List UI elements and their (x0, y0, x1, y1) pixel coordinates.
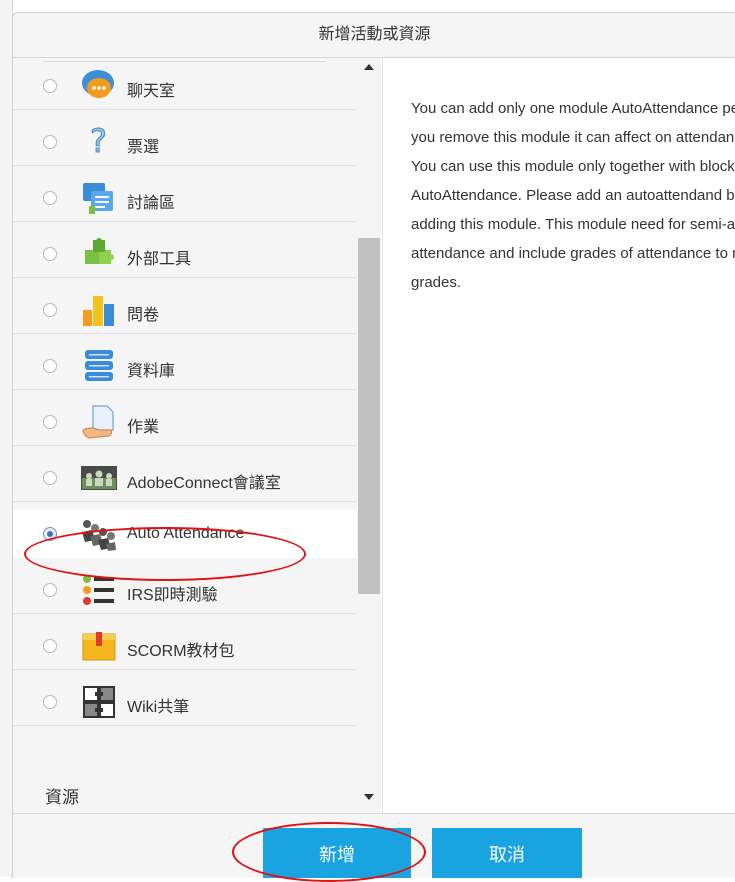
meeting-people-icon (81, 460, 117, 496)
puzzle-icon (81, 236, 117, 272)
activity-label: 聊天室 (127, 83, 176, 100)
scroll-down-arrow-icon[interactable] (364, 794, 374, 800)
activity-item-adobeconnect[interactable]: AdobeConnect會議室 (13, 454, 357, 502)
module-description: You can add only one module AutoAttendan… (411, 94, 735, 297)
package-box-icon (81, 628, 117, 664)
dialog-title: 新增活動或資源 (13, 13, 735, 58)
list-scrollbar[interactable] (357, 58, 381, 813)
radio-database[interactable] (43, 359, 57, 373)
svg-text:?: ? (90, 124, 107, 160)
database-icon (81, 348, 117, 384)
description-paragraph: You can add only one module AutoAttendan… (411, 100, 735, 146)
activity-item-choice[interactable]: ? 票選 (13, 118, 357, 166)
radio-adobeconnect[interactable] (43, 471, 57, 485)
quiz-list-icon (81, 572, 117, 608)
activity-label: AdobeConnect會議室 (127, 475, 281, 492)
cancel-button[interactable]: 取消 (432, 828, 582, 878)
radio-scorm[interactable] (43, 639, 57, 653)
radio-chat[interactable] (43, 79, 57, 93)
radio-questionnaire[interactable] (43, 303, 57, 317)
activity-label: IRS即時測驗 (127, 587, 218, 604)
activity-item-scorm[interactable]: SCORM教材包 (13, 622, 357, 670)
activity-item-questionnaire[interactable]: 問卷 (13, 286, 357, 334)
scroll-up-arrow-icon[interactable] (364, 64, 374, 70)
activity-item-assignment[interactable]: 作業 (13, 398, 357, 446)
radio-wiki[interactable] (43, 695, 57, 709)
activity-label: 資料庫 (127, 363, 176, 380)
question-mark-icon: ? (81, 122, 117, 161)
radio-external-tool[interactable] (43, 247, 57, 261)
add-button[interactable]: 新增 (263, 828, 411, 878)
activity-label: 外部工具 (127, 251, 192, 268)
activity-label: SCORM教材包 (127, 643, 235, 660)
activity-item-forum[interactable]: 討論區 (13, 174, 357, 222)
radio-forum[interactable] (43, 191, 57, 205)
bar-chart-icon (81, 292, 117, 328)
activity-label: 票選 (127, 139, 160, 156)
activity-item-external-tool[interactable]: 外部工具 (13, 230, 357, 278)
add-activity-dialog: 新增活動或資源 聊天室 ? 票選 討論區 外部工具 問卷 資料庫 作業 Adob… (12, 12, 735, 878)
activity-label: 作業 (127, 419, 160, 436)
activity-label: Wiki共筆 (127, 699, 190, 716)
activity-item-database[interactable]: 資料庫 (13, 342, 357, 390)
module-description-pane: You can add only one module AutoAttendan… (382, 58, 735, 813)
scrollbar-thumb[interactable] (358, 238, 380, 594)
activity-list[interactable]: 聊天室 ? 票選 討論區 外部工具 問卷 資料庫 作業 AdobeConnect… (13, 58, 381, 813)
activity-item-wiki[interactable]: Wiki共筆 (13, 678, 357, 726)
activity-item-irs-quiz[interactable]: IRS即時測驗 (13, 566, 357, 614)
forum-icon (81, 180, 117, 216)
description-paragraph: You can use this module only together wi… (411, 158, 735, 291)
group-people-icon (81, 516, 117, 552)
activity-label: 討論區 (127, 195, 176, 212)
wiki-puzzle-icon (81, 684, 117, 720)
radio-auto-attendance[interactable] (43, 527, 57, 541)
chat-bubble-icon (81, 68, 117, 104)
dialog-footer: 新增 取消 (13, 813, 735, 878)
section-resources-heading: 資源 (45, 788, 79, 807)
radio-choice[interactable] (43, 135, 57, 149)
activity-label: 問卷 (127, 307, 160, 324)
assignment-hand-icon (81, 404, 117, 440)
radio-irs-quiz[interactable] (43, 583, 57, 597)
activity-label: Auto Attendance (127, 525, 245, 542)
radio-assignment[interactable] (43, 415, 57, 429)
activity-item-chat[interactable]: 聊天室 (13, 62, 357, 110)
activity-item-auto-attendance[interactable]: Auto Attendance (13, 510, 357, 558)
